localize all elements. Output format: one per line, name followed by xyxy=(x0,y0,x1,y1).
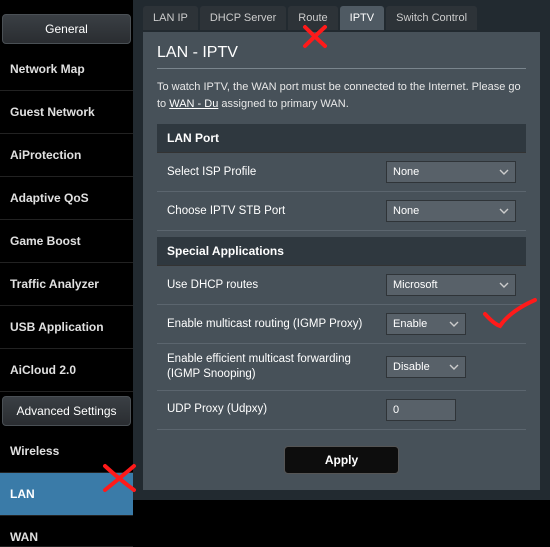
tabs: LAN IP DHCP Server Route IPTV Switch Con… xyxy=(143,0,540,30)
sidebar-item-aicloud[interactable]: AiCloud 2.0 xyxy=(0,349,133,392)
sidebar-item-traffic-analyzer[interactable]: Traffic Analyzer xyxy=(0,263,133,306)
label-stb-port: Choose IPTV STB Port xyxy=(167,204,386,219)
row-igmp-snooping: Enable efficient multicast forwarding (I… xyxy=(157,344,526,391)
page-title: LAN - IPTV xyxy=(157,44,526,62)
sidebar: General Network Map Guest Network AiProt… xyxy=(0,0,133,500)
sidebar-item-wireless[interactable]: Wireless xyxy=(0,430,133,473)
tab-lan-ip[interactable]: LAN IP xyxy=(143,6,198,30)
input-udpxy[interactable] xyxy=(386,399,456,421)
sidebar-item-guest-network[interactable]: Guest Network xyxy=(0,91,133,134)
row-isp-profile: Select ISP Profile None xyxy=(157,153,526,192)
apply-button[interactable]: Apply xyxy=(284,446,399,474)
section-special-apps: Special Applications xyxy=(157,237,526,266)
panel: LAN - IPTV To watch IPTV, the WAN port m… xyxy=(143,32,540,490)
select-dhcp-routes[interactable]: Microsoft xyxy=(386,274,516,296)
select-igmp-snooping[interactable]: Disable xyxy=(386,356,466,378)
label-igmp-proxy: Enable multicast routing (IGMP Proxy) xyxy=(167,317,386,332)
sidebar-section-advanced: Advanced Settings xyxy=(2,396,131,426)
label-dhcp-routes: Use DHCP routes xyxy=(167,278,386,293)
tab-dhcp-server[interactable]: DHCP Server xyxy=(200,6,286,30)
panel-description: To watch IPTV, the WAN port must be conn… xyxy=(157,79,526,112)
section-lan-port: LAN Port xyxy=(157,124,526,153)
divider xyxy=(157,68,526,69)
wan-link[interactable]: WAN - Du xyxy=(169,98,218,110)
row-stb-port: Choose IPTV STB Port None xyxy=(157,192,526,231)
label-isp-profile: Select ISP Profile xyxy=(167,165,386,180)
sidebar-item-aiprotection[interactable]: AiProtection xyxy=(0,134,133,177)
tab-iptv[interactable]: IPTV xyxy=(340,6,384,30)
row-dhcp-routes: Use DHCP routes Microsoft xyxy=(157,266,526,305)
label-igmp-snooping: Enable efficient multicast forwarding (I… xyxy=(167,352,386,382)
row-udpxy: UDP Proxy (Udpxy) xyxy=(157,391,526,430)
sidebar-item-game-boost[interactable]: Game Boost xyxy=(0,220,133,263)
select-isp-profile[interactable]: None xyxy=(386,161,516,183)
select-igmp-proxy[interactable]: Enable xyxy=(386,313,466,335)
select-stb-port[interactable]: None xyxy=(386,200,516,222)
sidebar-item-lan[interactable]: LAN xyxy=(0,473,133,516)
sidebar-item-wan[interactable]: WAN xyxy=(0,516,133,547)
sidebar-item-adaptive-qos[interactable]: Adaptive QoS xyxy=(0,177,133,220)
main-content: LAN IP DHCP Server Route IPTV Switch Con… xyxy=(133,0,550,500)
label-udpxy: UDP Proxy (Udpxy) xyxy=(167,402,386,417)
row-igmp-proxy: Enable multicast routing (IGMP Proxy) En… xyxy=(157,305,526,344)
sidebar-section-general: General xyxy=(2,14,131,44)
sidebar-item-usb-application[interactable]: USB Application xyxy=(0,306,133,349)
sidebar-item-network-map[interactable]: Network Map xyxy=(0,48,133,91)
tab-switch-control[interactable]: Switch Control xyxy=(386,6,477,30)
tab-route[interactable]: Route xyxy=(288,6,337,30)
desc-text-suffix: assigned to primary WAN. xyxy=(221,98,348,110)
